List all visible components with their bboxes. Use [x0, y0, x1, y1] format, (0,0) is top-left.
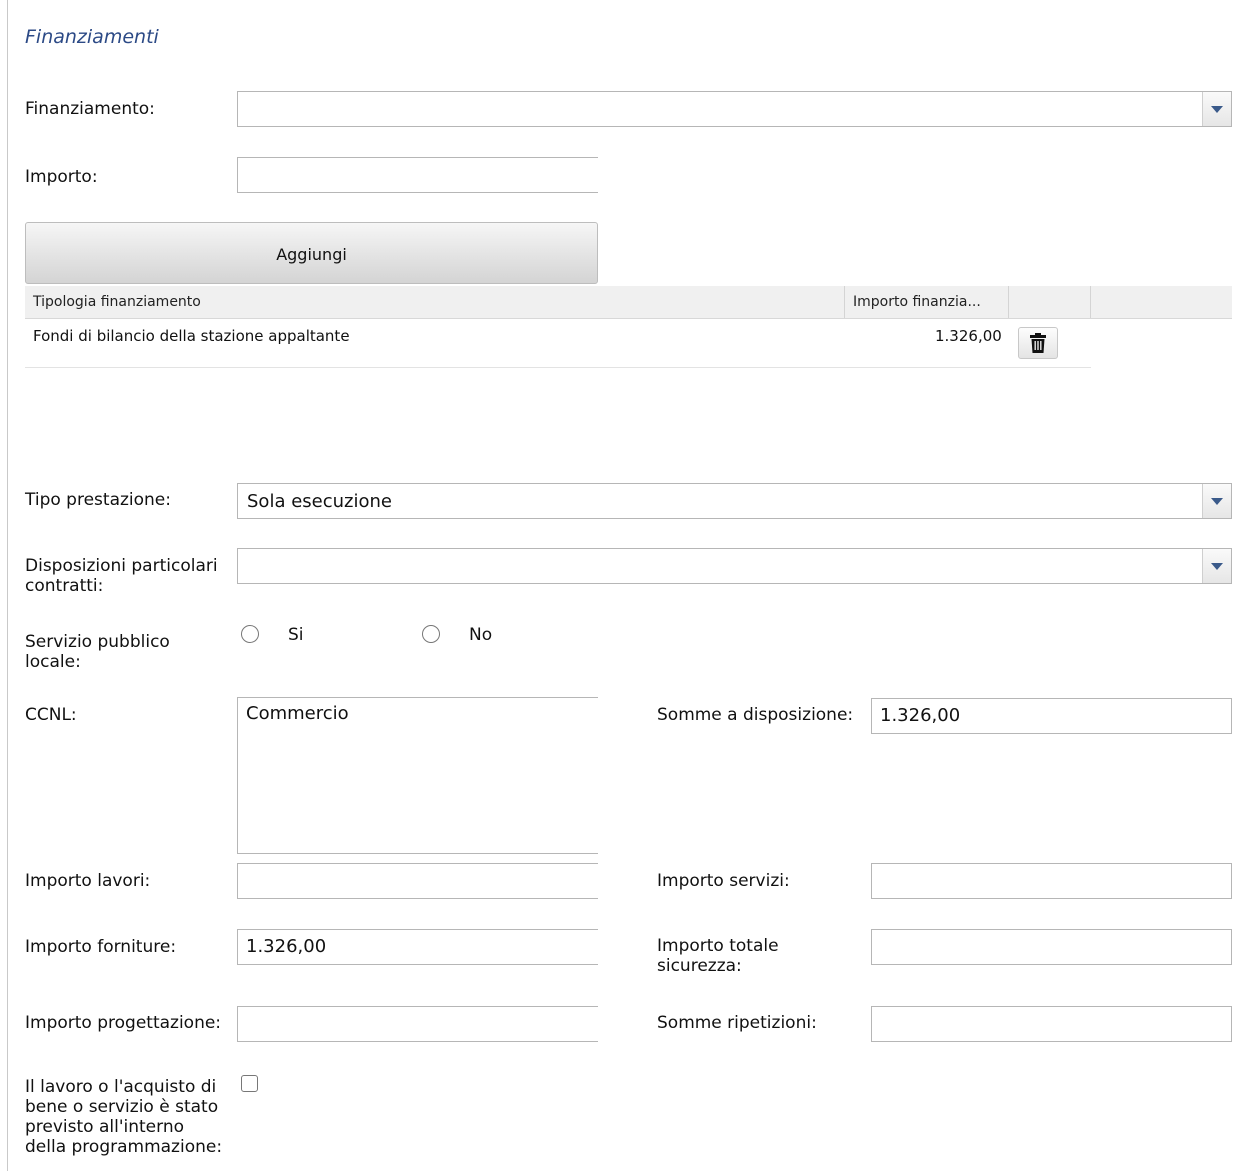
importo-sicurezza-input[interactable]: [871, 929, 1232, 965]
importo-forniture-input[interactable]: 1.326,00: [237, 929, 598, 965]
importo-sicurezza-label-line2: sicurezza:: [657, 956, 742, 976]
disposizioni-label-line1: Disposizioni particolari: [25, 556, 218, 576]
tipo-prestazione-dropdown-button[interactable]: [1202, 484, 1231, 518]
importo-lavori-label: Importo lavori:: [25, 871, 151, 891]
importo-sicurezza-label: Importo totale sicurezza:: [657, 936, 779, 976]
programmazione-checkbox[interactable]: [241, 1075, 258, 1092]
finanziamenti-grid-header: Tipologia finanziamento Importo finanzia…: [25, 286, 1232, 319]
col-spacer-header: [1091, 286, 1232, 318]
chevron-down-icon: [1211, 105, 1223, 113]
finanziamenti-form: Finanziamenti Finanziamento: Importo: Ag…: [0, 0, 1253, 1171]
left-divider: [7, 0, 8, 1171]
finanziamento-label: Finanziamento:: [25, 99, 155, 119]
disposizioni-select[interactable]: [237, 548, 1232, 584]
ccnl-textarea[interactable]: Commercio: [237, 697, 598, 854]
disposizioni-dropdown-button[interactable]: [1202, 549, 1231, 583]
importo-lavori-input[interactable]: [237, 863, 598, 899]
radio-no-label[interactable]: No: [469, 625, 492, 645]
aggiungi-button[interactable]: Aggiungi: [25, 222, 598, 284]
importo-input[interactable]: [237, 157, 598, 193]
importo-progettazione-label: Importo progettazione:: [25, 1013, 222, 1033]
somme-disposizione-input[interactable]: 1.326,00: [871, 698, 1232, 734]
finanziamento-dropdown-button[interactable]: [1202, 92, 1231, 126]
disposizioni-label: Disposizioni particolari contratti:: [25, 556, 218, 596]
importo-servizi-input[interactable]: [871, 863, 1232, 899]
somme-ripetizioni-label: Somme ripetizioni:: [657, 1013, 817, 1033]
chevron-down-icon: [1211, 497, 1223, 505]
tipo-prestazione-value: Sola esecuzione: [247, 491, 392, 512]
radio-si[interactable]: [241, 625, 259, 643]
tipo-prestazione-select[interactable]: Sola esecuzione: [237, 483, 1232, 519]
section-title: Finanziamenti: [25, 26, 159, 48]
programmazione-label-line4: della programmazione:: [25, 1137, 223, 1157]
servizio-pubblico-label-line1: Servizio pubblico: [25, 632, 170, 652]
disposizioni-label-line2: contratti:: [25, 576, 104, 596]
programmazione-label-line2: bene o servizio è stato: [25, 1097, 219, 1117]
importo-servizi-label: Importo servizi:: [657, 871, 790, 891]
importo-cell: 1.326,00: [935, 327, 1002, 345]
servizio-pubblico-label: Servizio pubblico locale:: [25, 632, 170, 672]
ccnl-label: CCNL:: [25, 705, 77, 725]
importo-sicurezza-label-line1: Importo totale: [657, 936, 779, 956]
tipologia-cell: Fondi di bilancio della stazione appalta…: [33, 327, 350, 345]
somme-ripetizioni-input[interactable]: [871, 1006, 1232, 1042]
somme-disposizione-label: Somme a disposizione:: [657, 705, 854, 725]
tipo-prestazione-label: Tipo prestazione:: [25, 490, 171, 510]
col-importo-header[interactable]: Importo finanzia...: [845, 286, 1009, 318]
programmazione-label-line3: previsto all'interno: [25, 1117, 185, 1137]
trash-icon: [1030, 333, 1046, 353]
programmazione-label-line1: Il lavoro o l'acquisto di: [25, 1077, 217, 1097]
importo-forniture-label: Importo forniture:: [25, 937, 177, 957]
col-action-header: [1009, 286, 1091, 318]
col-tipologia-header[interactable]: Tipologia finanziamento: [25, 286, 845, 318]
finanziamento-select[interactable]: [237, 91, 1232, 127]
table-row[interactable]: Fondi di bilancio della stazione appalta…: [25, 319, 1091, 368]
radio-no[interactable]: [422, 625, 440, 643]
servizio-pubblico-label-line2: locale:: [25, 652, 81, 672]
importo-progettazione-input[interactable]: [237, 1006, 598, 1042]
delete-row-button[interactable]: [1018, 327, 1058, 359]
chevron-down-icon: [1211, 562, 1223, 570]
radio-si-label[interactable]: Si: [288, 625, 304, 645]
importo-label: Importo:: [25, 167, 98, 187]
programmazione-label: Il lavoro o l'acquisto di bene o servizi…: [25, 1077, 222, 1157]
